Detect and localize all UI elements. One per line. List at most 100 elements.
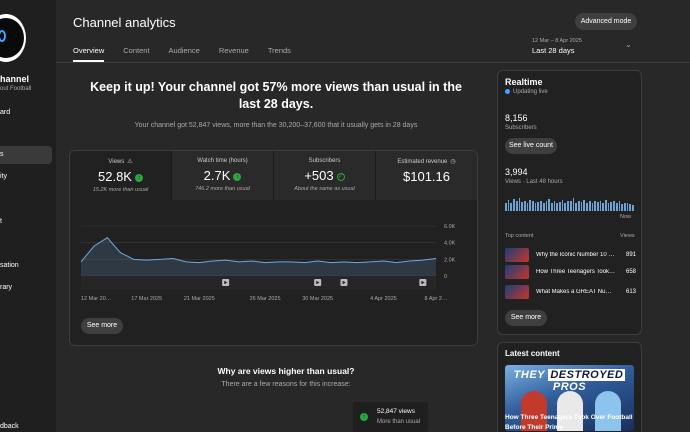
realtime-views-label: Views · Last 48 hours [505, 179, 563, 185]
metric-views[interactable]: Views ⚠ 52.8K ↑ 15.2K more than usual [70, 151, 172, 200]
tab-overview[interactable]: Overview [73, 46, 105, 62]
channel-name: hannel [0, 74, 30, 84]
realtime-bar [521, 201, 523, 211]
sidebar-item-content[interactable]: t [0, 213, 52, 231]
chart-see-more-button[interactable]: See more [81, 318, 123, 334]
realtime-bar [607, 203, 610, 211]
realtime-bar [534, 203, 537, 211]
live-dot-icon [505, 89, 510, 94]
latest-video-caption[interactable]: How Three Teenagers Took Over Football B… [505, 413, 634, 432]
advanced-mode-button[interactable]: Advanced mode [575, 13, 637, 30]
y-tick-label: 4.0K [444, 241, 456, 247]
realtime-bar [591, 202, 594, 211]
x-tick-label: 4 Apr 2025 [370, 296, 397, 302]
subscriber-label: Subscribers [505, 125, 537, 131]
realtime-bar [623, 202, 626, 211]
metric-note: 15.2K more than usual [92, 187, 149, 193]
video-thumbnail [505, 285, 529, 299]
sidebar-item-monetisation[interactable]: sation [0, 257, 52, 275]
channel-avatar[interactable] [0, 14, 26, 62]
x-tick-label: 17 Mar 2025 [131, 296, 162, 302]
realtime-bar [518, 198, 521, 211]
thumbnail-text: DESTROYED [548, 369, 626, 381]
clock-icon: ◷ [450, 159, 456, 165]
sidebar-item-dashboard[interactable]: ard [0, 104, 52, 122]
metric-note: 746.2 more than usual [195, 186, 250, 192]
realtime-bar [523, 200, 526, 211]
top-content-row[interactable]: What Makes a GREAT Num… 613 [505, 285, 636, 299]
metric-label: Subscribers [308, 158, 341, 164]
sidebar-item-analytics[interactable]: s [0, 146, 52, 164]
date-range[interactable]: 12 Mar – 8 Apr 2025 [532, 38, 582, 44]
x-tick-label: 12 Mar 20… [81, 296, 111, 302]
reason-card[interactable]: ↑ 52,847 views More than usual [353, 402, 428, 432]
metric-subscribers[interactable]: Subscribers +503 ✓ About the same as usua… [274, 151, 376, 200]
latest-content-title: Latest content [505, 349, 560, 358]
realtime-bar [532, 201, 534, 211]
check-icon: ✓ [336, 172, 345, 181]
event-strip [81, 276, 436, 290]
tab-revenue[interactable]: Revenue [219, 46, 249, 62]
realtime-bar [594, 200, 596, 211]
x-tick-label: 21 Mar 2025 [184, 296, 215, 302]
realtime-bar [556, 203, 559, 211]
metric-value: +503 [304, 168, 334, 183]
realtime-panel: Realtime Updating live 8,156 Subscribers… [497, 70, 642, 335]
metric-label: Watch time (hours) [197, 158, 248, 164]
y-tick-label: 2.0K [444, 257, 456, 263]
realtime-bar [596, 201, 599, 211]
why-subtitle: There are a few reasons for this increas… [221, 381, 351, 388]
video-thumbnail [505, 265, 529, 279]
realtime-bar [575, 202, 577, 211]
metric-watch-time[interactable]: Watch time (hours) 2.7K ↑ 746.2 more than… [172, 151, 274, 200]
sidebar: hannel out Football ard s ity t sation r… [0, 0, 56, 432]
views-chart[interactable]: 6.0K 4.0K 2.0K 0 12 Mar 20… 17 Mar 2025 21 Mar… [70, 210, 477, 306]
tab-audience[interactable]: Audience [169, 46, 200, 62]
realtime-bar [632, 205, 634, 211]
video-title: What Makes a GREAT Num… [536, 289, 616, 295]
chevron-down-icon[interactable]: ⌄ [625, 40, 632, 49]
summary-subline: Your channel got 52,847 views, more than… [134, 122, 418, 129]
subscriber-count: 8,156 [505, 113, 528, 123]
realtime-bar [548, 199, 550, 211]
realtime-bar-chart[interactable] [505, 197, 634, 211]
y-tick-label: 6.0K [444, 224, 456, 230]
tab-content[interactable]: Content [123, 46, 149, 62]
realtime-bar [540, 200, 542, 211]
views-column-label: Views [620, 233, 635, 239]
video-title: How Three Teenagers Took… [536, 269, 616, 275]
top-content-see-more-button[interactable]: See more [505, 310, 547, 326]
video-views: 891 [625, 252, 636, 258]
video-views: 658 [625, 269, 636, 275]
metric-value: 52.8K [98, 169, 132, 184]
video-thumbnail [505, 248, 529, 262]
date-period-label[interactable]: Last 28 days [532, 46, 575, 55]
realtime-bar [507, 199, 510, 211]
tab-trends[interactable]: Trends [268, 46, 291, 62]
realtime-bar [559, 201, 561, 211]
analytics-tabs: Overview Content Audience Revenue Trends [73, 46, 291, 62]
sidebar-item-feedback[interactable]: dback [0, 418, 52, 432]
sidebar-item-community[interactable]: ity [0, 168, 52, 186]
realtime-bar [542, 202, 545, 211]
top-content-row[interactable]: How Three Teenagers Took… 658 [505, 265, 636, 279]
arrow-up-icon: ↑ [233, 172, 242, 181]
realtime-bar [537, 201, 540, 211]
metric-revenue[interactable]: Estimated revenue ◷ $101.16 [376, 151, 477, 200]
realtime-bar [505, 203, 507, 211]
live-label: Updating live [513, 89, 548, 96]
realtime-bar [577, 201, 580, 211]
see-live-count-button[interactable]: See live count [505, 138, 557, 154]
realtime-bar [605, 199, 607, 211]
realtime-bar [545, 201, 548, 211]
top-content-row[interactable]: Why the Iconic Number 10 … 891 [505, 248, 636, 262]
realtime-bar [626, 203, 629, 211]
realtime-bar [599, 201, 602, 211]
sidebar-item-audio-library[interactable]: rary [0, 279, 52, 297]
header-divider [56, 62, 690, 63]
realtime-bar [580, 201, 583, 211]
y-tick-label: 0 [444, 274, 447, 280]
realtime-bar [550, 202, 553, 211]
realtime-bar [526, 202, 529, 211]
realtime-views-count: 3,994 [505, 167, 528, 177]
